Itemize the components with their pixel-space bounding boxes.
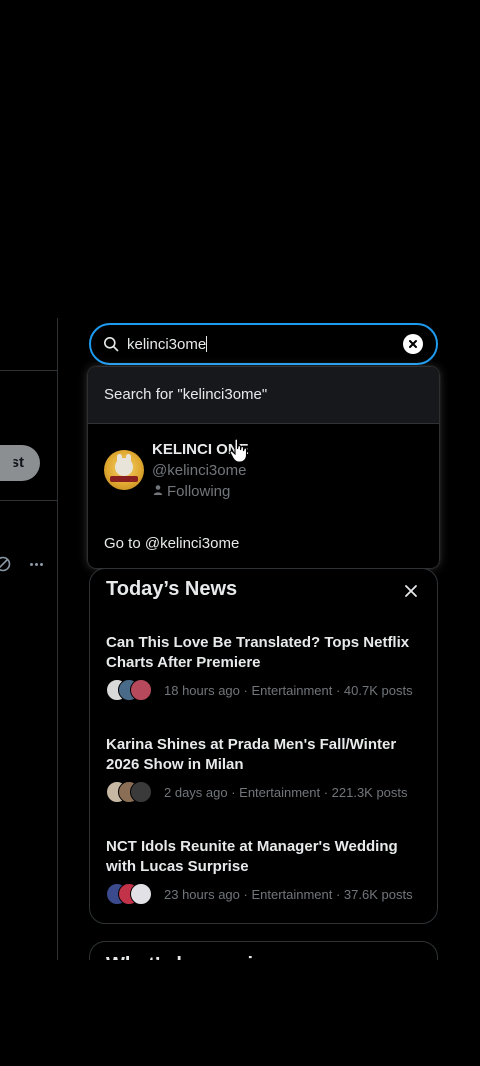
left-divider-top — [0, 370, 57, 371]
person-icon — [152, 483, 164, 500]
user-suggestion[interactable]: KELINCI ONE @kelinci3ome Following — [88, 424, 439, 520]
left-divider-bottom — [0, 500, 57, 501]
bottom-black-area — [0, 960, 480, 1066]
clear-search-icon[interactable] — [403, 334, 423, 354]
news-headline: NCT Idols Reunite at Manager's Wedding w… — [106, 838, 398, 875]
news-headline: Can This Love Be Translated? Tops Netfli… — [106, 634, 410, 671]
screen: Post kelinci3ome Search for "kelinci3ome… — [0, 0, 480, 1066]
news-meta: 2 days ago · Entertainment · 221.3K post… — [164, 784, 408, 800]
search-input-value[interactable]: kelinci3ome — [127, 335, 403, 353]
news-item[interactable]: NCT Idols Reunite at Manager's Wedding w… — [106, 837, 422, 905]
todays-news-card: Today’s News Can This Love Be Translated… — [89, 568, 438, 924]
following-status: Following — [152, 483, 230, 500]
news-headline: Karina Shines at Prada Men's Fall/Winter… — [106, 736, 397, 773]
news-meta: 18 hours ago · Entertainment · 40.7K pos… — [164, 682, 413, 698]
news-avatars — [106, 883, 152, 905]
go-to-profile-option[interactable]: Go to @kelinci3ome — [88, 520, 439, 568]
search-query-text: kelinci3ome — [127, 335, 207, 353]
news-avatars — [106, 679, 152, 701]
post-button[interactable]: Post — [0, 445, 40, 481]
news-meta: 23 hours ago · Entertainment · 37.6K pos… — [164, 886, 413, 902]
avatar — [104, 450, 144, 490]
search-input[interactable]: kelinci3ome — [89, 323, 438, 365]
search-for-option[interactable]: Search for "kelinci3ome" — [88, 367, 439, 424]
hand-pointer-icon — [229, 438, 249, 464]
news-avatars — [106, 781, 152, 803]
news-card-title: Today’s News — [106, 578, 238, 600]
left-toolbar — [0, 552, 43, 576]
search-suggestions: Search for "kelinci3ome" KELINCI ONE @ke… — [88, 367, 439, 568]
news-item[interactable]: Can This Love Be Translated? Tops Netfli… — [106, 633, 422, 701]
news-item[interactable]: Karina Shines at Prada Men's Fall/Winter… — [106, 735, 422, 803]
text-caret — [206, 335, 208, 352]
close-icon[interactable] — [403, 583, 419, 599]
user-handle: @kelinci3ome — [152, 462, 247, 479]
post-button-label: Post — [1, 454, 24, 471]
search-icon — [103, 336, 119, 352]
following-label: Following — [167, 483, 231, 500]
column-divider — [57, 318, 58, 960]
more-icon[interactable] — [30, 562, 43, 566]
circle-icon[interactable] — [0, 555, 14, 573]
